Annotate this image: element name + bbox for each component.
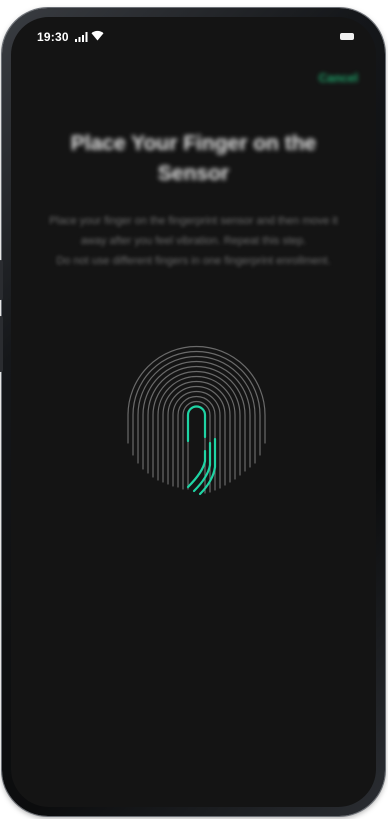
battery-icon [340,33,354,40]
power-button [0,316,3,372]
instructions: Place your finger on the fingerprint sen… [35,211,352,271]
fingerprint-icon[interactable] [124,339,269,499]
status-time: 19:30 [37,30,69,44]
status-bar: 19:30 [11,17,376,47]
signal-icon [75,32,88,42]
volume-button [0,260,3,300]
wifi-icon [91,30,104,41]
cancel-button[interactable]: Cancel [319,71,358,85]
instruction-text-1: Place your finger on the fingerprint sen… [49,215,338,247]
page-title: Place Your Finger on the Sensor [70,132,317,185]
instruction-text-2: Do not use different fingers in one fing… [56,255,331,267]
screen: 19:30 Cancel Place Your Finger on the Se… [11,17,376,807]
phone-frame: 19:30 Cancel Place Your Finger on the Se… [0,8,385,816]
